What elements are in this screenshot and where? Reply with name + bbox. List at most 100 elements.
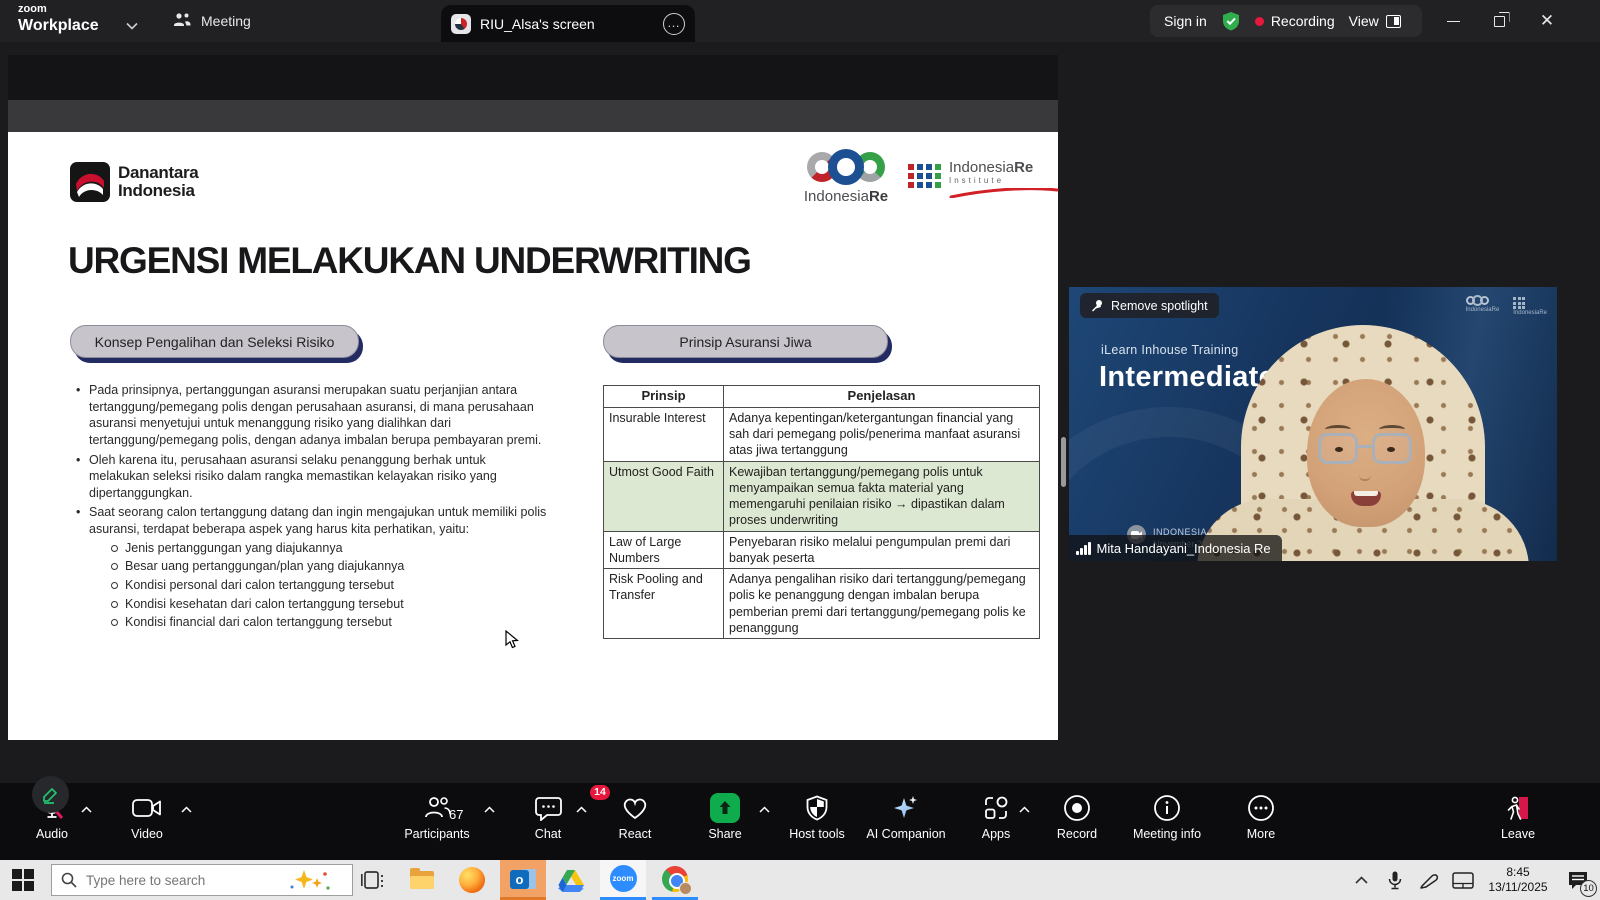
view-button[interactable]: View <box>1349 13 1401 29</box>
sparkle-icon <box>858 792 954 824</box>
notification-center-button[interactable]: 10 <box>1556 871 1600 890</box>
task-view-button[interactable] <box>353 864 393 896</box>
tile-institute-logo: IndonesiaRe <box>1513 295 1547 316</box>
start-button[interactable] <box>12 869 34 896</box>
tile-indonesiare-logo: IndonesiaRe <box>1466 295 1500 316</box>
windows-logo-icon <box>12 869 34 891</box>
presentation-slide: Danantara Indonesia IndonesiaRe Indonesi… <box>8 132 1058 740</box>
video-chevron-up-icon[interactable] <box>181 800 192 818</box>
notification-count-badge: 10 <box>1580 880 1597 897</box>
annotate-button[interactable] <box>32 776 69 813</box>
pill-prinsip: Prinsip Asuransi Jiwa <box>603 325 888 358</box>
zoom-workplace-window: zoom Workplace Meeting RIU_Alsa's screen… <box>0 0 1600 900</box>
bullet-item: Oleh karena itu, perusahaan asuransi sel… <box>74 452 549 502</box>
heart-icon <box>587 792 683 824</box>
audio-chevron-up-icon[interactable] <box>81 800 92 818</box>
meeting-toolbar: Audio Video <box>0 783 1600 860</box>
close-button[interactable]: ✕ <box>1530 6 1564 36</box>
remove-spotlight-label: Remove spotlight <box>1111 299 1208 313</box>
tray-chevron-up-icon[interactable] <box>1344 876 1378 884</box>
bullet-item: Pada prinsipnya, pertanggungan asuransi … <box>74 382 549 449</box>
share-screen-icon <box>710 793 740 823</box>
slide-title: URGENSI MELAKUKAN UNDERWRITING <box>68 240 751 282</box>
tray-mic-icon[interactable] <box>1378 871 1412 890</box>
maximize-icon <box>1494 16 1505 27</box>
institute-dots-icon <box>908 164 941 201</box>
chrome-profile-avatar <box>679 882 692 895</box>
info-icon <box>1119 792 1215 824</box>
tab-options-ellipsis-icon[interactable]: … <box>663 13 685 35</box>
title-bar: zoom Workplace Meeting RIU_Alsa's screen… <box>0 0 1600 42</box>
danantara-logo-text: Danantara Indonesia <box>118 164 198 201</box>
close-icon: ✕ <box>1540 11 1554 31</box>
bullet-list: Pada prinsipnya, pertanggungan asuransi … <box>74 382 549 634</box>
app-logo: zoom Workplace <box>18 4 99 34</box>
brand-zoom: zoom <box>18 4 99 15</box>
tray-touchpad-icon[interactable] <box>1446 872 1480 889</box>
tile-rings-icon <box>1466 295 1500 306</box>
recording-label: Recording <box>1271 13 1335 29</box>
maximize-button[interactable] <box>1482 6 1516 36</box>
participants-button[interactable]: Participants 67 <box>389 792 485 841</box>
audio-label: Audio <box>4 827 100 841</box>
leave-door-icon <box>1470 792 1566 824</box>
react-button[interactable]: React <box>587 792 683 841</box>
participants-label: Participants <box>389 827 485 841</box>
file-explorer-button[interactable] <box>402 864 442 896</box>
chrome-button[interactable] <box>652 860 698 900</box>
view-layout-icon <box>1386 15 1401 28</box>
signal-bars-icon <box>1076 542 1091 555</box>
shared-app-top-band <box>8 55 1058 100</box>
speaker-mouth <box>1351 491 1381 506</box>
zoom-taskbar-button[interactable]: zoom <box>600 860 646 900</box>
shield-check-icon[interactable] <box>1221 11 1241 31</box>
bullet-item: Saat seorang calon tertanggung datang da… <box>74 504 549 630</box>
panel-resize-handle[interactable] <box>1061 437 1066 487</box>
pencil-annotation-icon <box>41 785 60 804</box>
tray-pen-icon[interactable] <box>1412 871 1446 889</box>
sign-in-link[interactable]: Sign in <box>1164 13 1207 29</box>
google-drive-button[interactable] <box>551 864 591 896</box>
outlook-button[interactable]: o <box>500 860 546 900</box>
pill-konsep: Konsep Pengalihan dan Seleksi Risiko <box>70 325 359 358</box>
folder-icon <box>410 871 434 889</box>
taskbar-clock[interactable]: 8:45 13/11/2025 <box>1480 865 1556 895</box>
record-button[interactable]: Record <box>1029 792 1125 841</box>
chat-label: Chat <box>500 827 596 841</box>
participant-name: Mita Handayani_Indonesia Re <box>1097 541 1271 556</box>
leave-label: Leave <box>1470 827 1566 841</box>
meeting-info-button[interactable]: Meeting info <box>1119 792 1215 841</box>
more-ellipsis-icon <box>1213 792 1309 824</box>
spotlight-video-tile[interactable]: iLearn Inhouse Training Intermediate Ind… <box>1069 287 1557 561</box>
firefox-button[interactable] <box>452 864 492 896</box>
host-tools-button[interactable]: Host tools <box>769 792 865 841</box>
chevron-down-icon[interactable] <box>126 17 138 35</box>
participants-icon <box>389 792 485 824</box>
remove-spotlight-button[interactable]: Remove spotlight <box>1080 293 1219 318</box>
participant-name-bar: Mita Handayani_Indonesia Re <box>1069 535 1282 561</box>
recording-dot-icon <box>1255 17 1264 26</box>
meeting-people-icon <box>172 12 192 31</box>
table-row: Risk Pooling and Transfer Adanya pengali… <box>604 569 1040 639</box>
tile-corner-logos: IndonesiaRe IndonesiaRe <box>1466 295 1547 316</box>
more-button[interactable]: More <box>1213 792 1309 841</box>
prinsip-table: Prinsip Penjelasan Insurable Interest Ad… <box>603 385 1040 639</box>
sub-bullet-item: Kondisi kesehatan dari calon tertanggung… <box>109 596 549 613</box>
ai-companion-button[interactable]: AI Companion <box>858 792 954 841</box>
participants-chevron-up-icon[interactable] <box>484 800 495 818</box>
minimize-button[interactable] <box>1436 6 1470 36</box>
share-label: Share <box>677 827 773 841</box>
chat-chevron-up-icon[interactable] <box>576 800 587 818</box>
firefox-icon <box>459 867 485 893</box>
chrome-icon <box>662 866 688 892</box>
ai-companion-label: AI Companion <box>858 827 954 841</box>
indonesiare-institute-logo: IndonesiaRe Institute <box>908 160 1059 201</box>
tab-meeting[interactable]: Meeting <box>172 0 251 42</box>
participants-count: 67 <box>449 807 463 822</box>
shared-screen-view: Danantara Indonesia IndonesiaRe Indonesi… <box>8 55 1058 740</box>
tab-shared-screen[interactable]: RIU_Alsa's screen … <box>441 5 695 42</box>
screen-share-icon <box>451 14 471 34</box>
leave-button[interactable]: Leave <box>1470 792 1566 841</box>
sub-bullet-item: Kondisi financial dari calon tertanggung… <box>109 614 549 631</box>
training-subtitle: iLearn Inhouse Training <box>1101 343 1239 357</box>
